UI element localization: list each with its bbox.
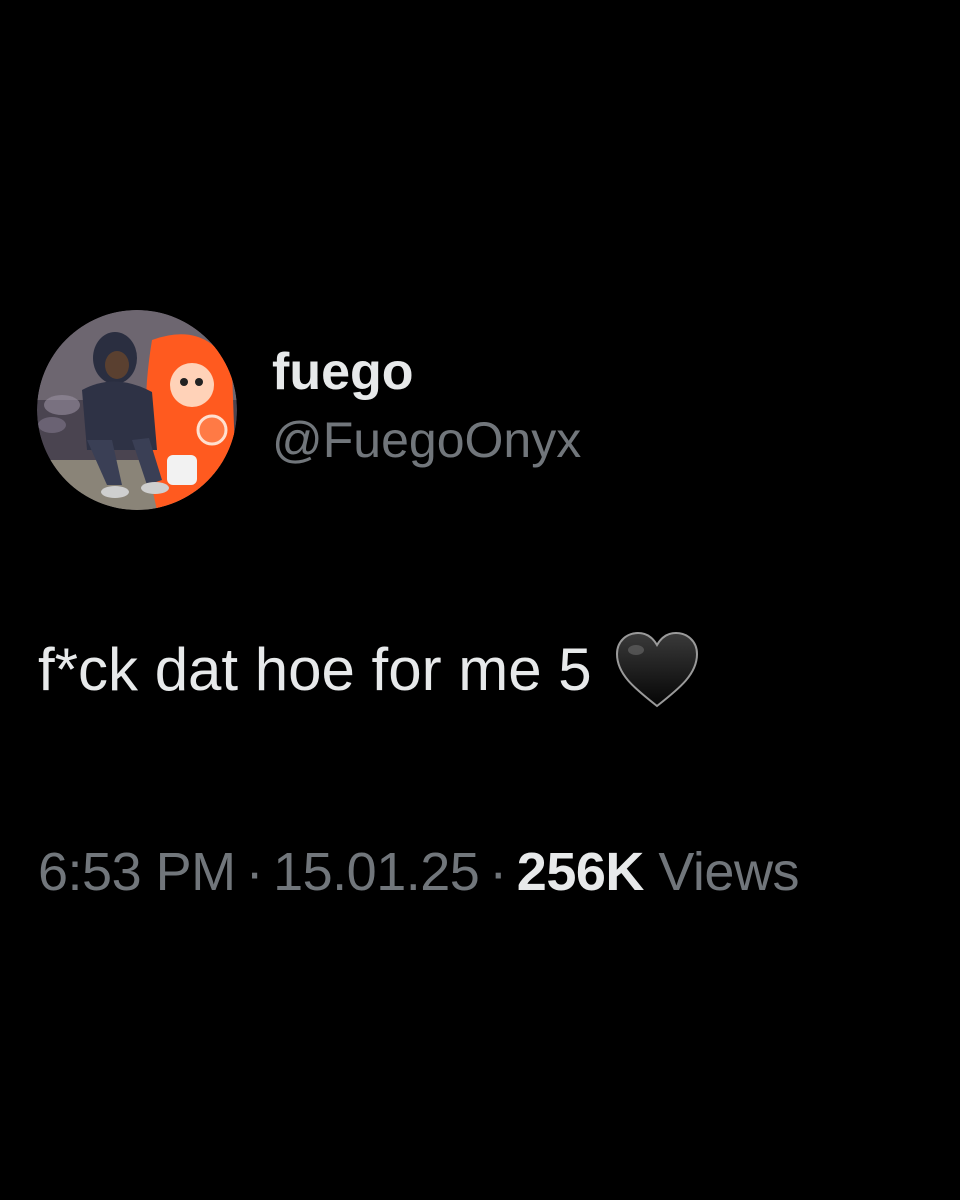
display-name[interactable]: fuego xyxy=(272,341,581,403)
author-names: fuego @FuegoOnyx xyxy=(272,341,581,471)
user-handle[interactable]: @FuegoOnyx xyxy=(272,409,581,471)
tweet-text: f*ck dat hoe for me 5 xyxy=(38,628,700,712)
tweet-date[interactable]: 15.01.25 xyxy=(273,842,480,902)
tweet-time[interactable]: 6:53 PM xyxy=(38,842,236,902)
meta-separator: · xyxy=(489,842,507,902)
avatar-image xyxy=(37,310,237,510)
black-heart-icon xyxy=(614,630,700,710)
tweet-text-content: f*ck dat hoe for me 5 xyxy=(38,636,592,703)
tweet-meta: 6:53 PM · 15.01.25 · 256K Views xyxy=(38,832,799,912)
tweet-header: fuego @FuegoOnyx xyxy=(37,310,581,510)
avatar[interactable] xyxy=(37,310,237,510)
views-count[interactable]: 256K xyxy=(517,842,645,902)
views-label: Views xyxy=(658,842,799,902)
meta-separator: · xyxy=(245,842,264,902)
tweet-card: fuego @FuegoOnyx f*ck dat hoe for me 5 6… xyxy=(0,0,960,1200)
